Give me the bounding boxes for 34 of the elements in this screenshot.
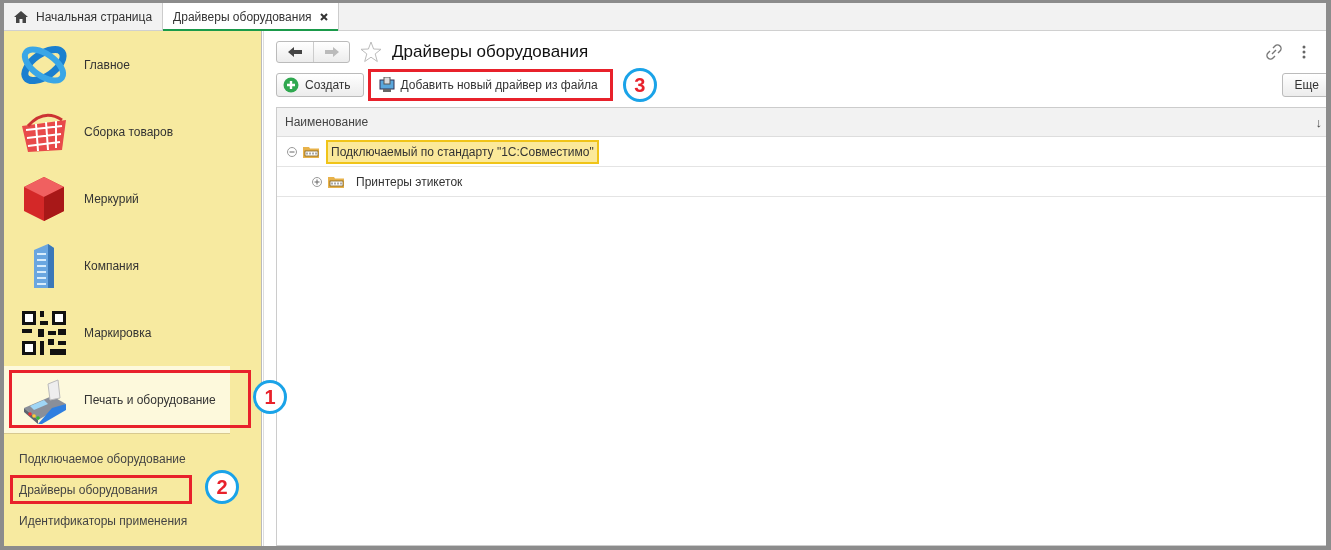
tab[interactable]: Драйверы оборудования: [163, 3, 339, 31]
star-icon[interactable]: [360, 41, 382, 63]
tree-row-label[interactable]: Принтеры этикеток: [351, 169, 468, 194]
sidebar-section[interactable]: Компания: [4, 232, 153, 299]
column-label: Наименование: [285, 115, 369, 129]
more-menu-icon[interactable]: [1302, 45, 1306, 59]
sidebar-section[interactable]: Главное: [4, 31, 144, 98]
arrow-right-icon: [324, 47, 339, 57]
sidebar-link[interactable]: Подключаемое оборудование: [19, 452, 186, 466]
sidebar-link[interactable]: Идентификаторы применения: [19, 514, 188, 528]
tree-row-label[interactable]: Подключаемый по стандарту "1С:Совместимо": [326, 139, 599, 164]
home-icon: [14, 10, 28, 23]
folder-icon: [328, 175, 345, 188]
callout-number: 3: [622, 68, 657, 102]
sidebar-section[interactable]: Печать и оборудование: [4, 366, 230, 434]
sidebar-section[interactable]: Сборка товаров: [4, 98, 188, 165]
callout-number: 2: [205, 470, 239, 504]
arrow-left-icon: [288, 47, 302, 57]
folder-icon: [303, 145, 320, 158]
sidebar-section[interactable]: Маркировка: [4, 299, 166, 366]
expand-icon[interactable]: [312, 176, 322, 187]
close-icon[interactable]: [319, 13, 328, 21]
collapse-icon[interactable]: [287, 146, 297, 157]
monitor-icon: [378, 77, 395, 93]
plus-icon: [283, 77, 299, 93]
callout-number: 1: [253, 380, 287, 414]
sidebar-link[interactable]: Драйверы оборудования: [19, 483, 158, 497]
add-driver-button[interactable]: Добавить новый драйвер из файла: [371, 73, 609, 97]
sort-indicator[interactable]: ↓: [1315, 114, 1322, 130]
create-button[interactable]: Создать: [276, 73, 364, 97]
link-icon[interactable]: [1266, 44, 1282, 60]
more-button[interactable]: Еще: [1281, 73, 1326, 97]
sidebar-section[interactable]: Меркурий: [4, 165, 153, 232]
window-title: Драйверы оборудования: [392, 42, 589, 62]
